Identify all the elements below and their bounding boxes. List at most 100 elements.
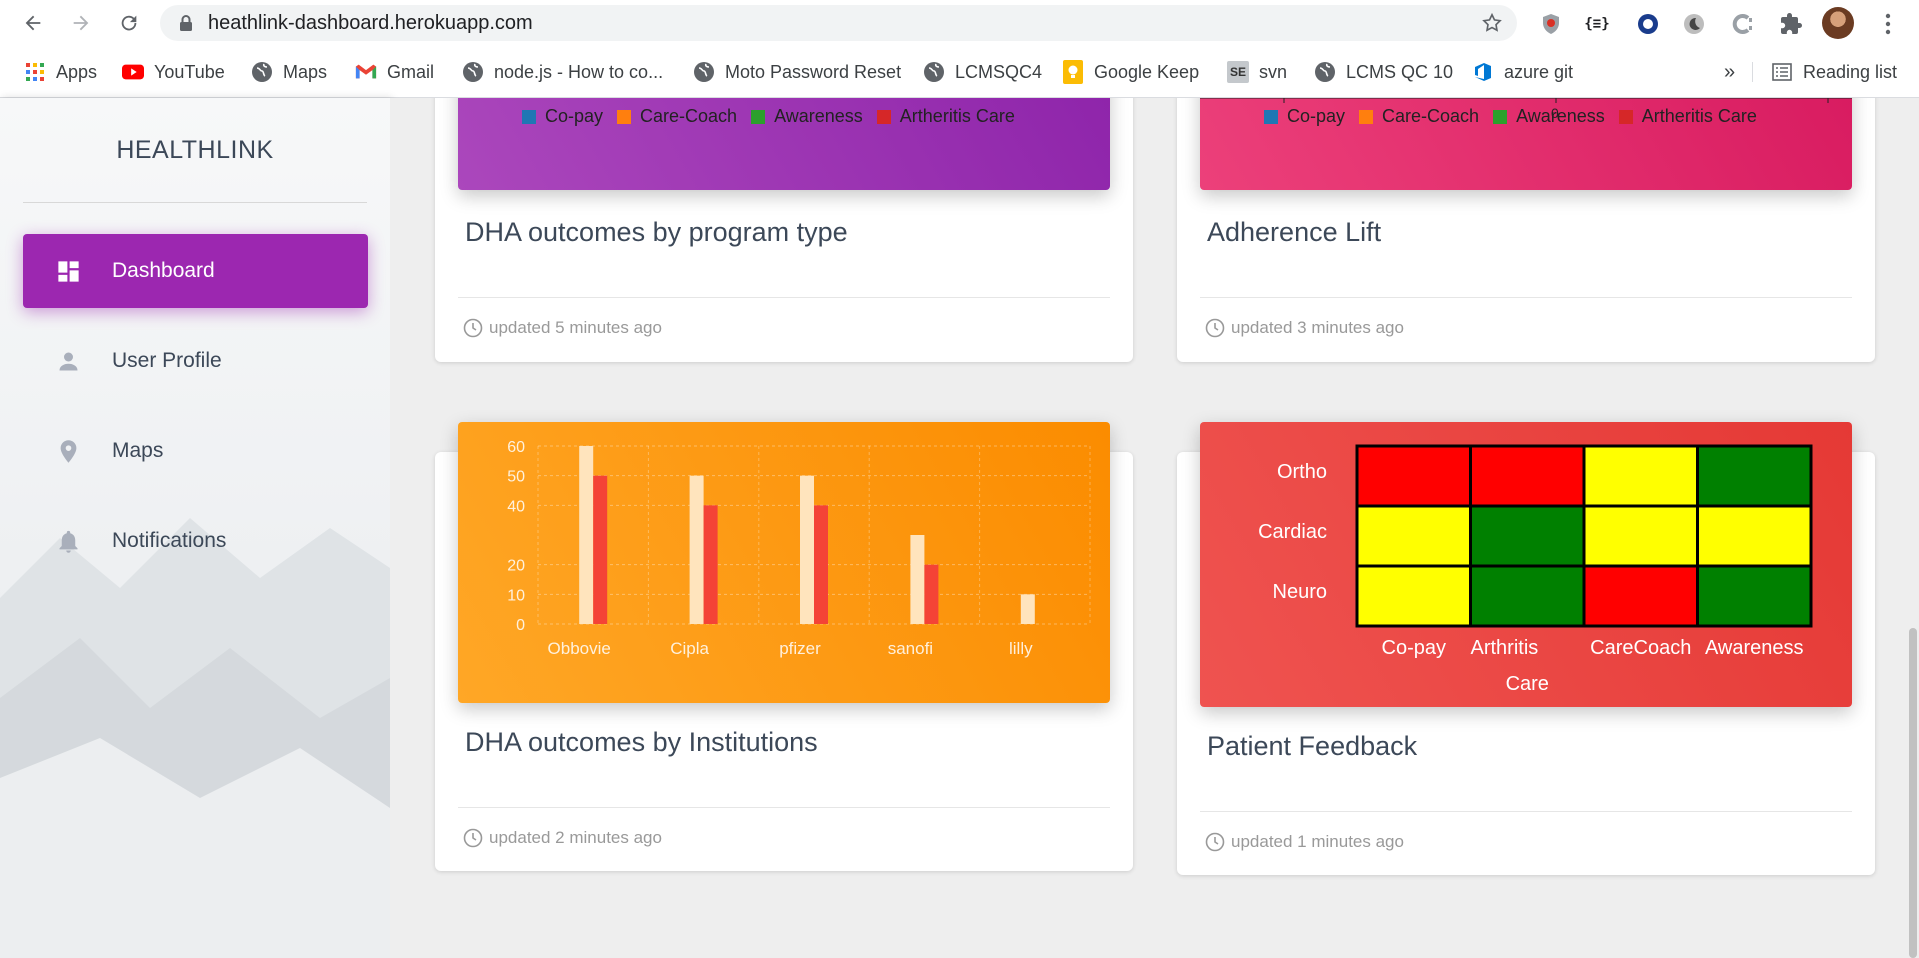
azure-icon bbox=[1472, 61, 1494, 83]
sidebar-item-maps[interactable]: Maps bbox=[23, 414, 368, 488]
x-tick-label: lilly bbox=[1009, 639, 1033, 658]
reading-list-button[interactable]: Reading list bbox=[1771, 58, 1897, 86]
shield-extension-icon[interactable] bbox=[1537, 10, 1565, 38]
legend-label: Co-pay bbox=[545, 106, 604, 126]
card-divider bbox=[458, 807, 1110, 808]
bookmark-star-icon[interactable] bbox=[1481, 12, 1503, 39]
reading-list-icon bbox=[1771, 61, 1793, 83]
reload-button[interactable] bbox=[105, 0, 153, 46]
legend-swatch bbox=[522, 109, 536, 124]
back-button[interactable] bbox=[9, 0, 57, 46]
bookmarks-bar: Apps YouTube Maps Gmail node.js - How to… bbox=[0, 46, 1919, 98]
program-type-legend: Co-pay Care-Coach Awareness Artheritis C… bbox=[522, 106, 1029, 127]
row-label: Ortho bbox=[1277, 461, 1327, 483]
json-extension-icon[interactable]: {≡} bbox=[1583, 10, 1611, 38]
heatmap-cell bbox=[1355, 444, 1472, 508]
column-label: Care bbox=[1506, 673, 1549, 695]
bookmark-moto-password-reset[interactable]: Moto Password Reset bbox=[693, 58, 901, 86]
x-tick-label: Cipla bbox=[670, 639, 709, 658]
card-divider bbox=[458, 297, 1110, 298]
heatmap-cell bbox=[1469, 564, 1586, 628]
patient-feedback-chart: Ortho Cardiac Neuro Co-pay Arthritis Care Care… bbox=[1200, 422, 1852, 707]
sidebar-item-notifications[interactable]: Notifications bbox=[23, 504, 368, 578]
extensions-puzzle-icon[interactable] bbox=[1777, 10, 1805, 38]
legend-label: Awareness bbox=[774, 106, 863, 126]
card-footer: updated 5 minutes ago bbox=[463, 318, 662, 338]
reading-list-label: Reading list bbox=[1803, 61, 1898, 82]
x-tick-label: pfizer bbox=[779, 639, 821, 658]
bookmark-label: node.js - How to co... bbox=[494, 61, 664, 82]
updated-text: updated 2 minutes ago bbox=[489, 828, 662, 847]
bar bbox=[579, 446, 594, 624]
bookmark-nodejs[interactable]: node.js - How to co... bbox=[462, 58, 663, 86]
heatmap-cell bbox=[1696, 444, 1813, 508]
person-icon bbox=[53, 346, 83, 376]
sidebar-item-label: Dashboard bbox=[112, 259, 215, 282]
sidebar: HEALTHLINK Dashboard User Profile Maps N… bbox=[0, 98, 390, 958]
address-bar[interactable]: heathlink-dashboard.herokuapp.com bbox=[160, 5, 1517, 41]
bookmark-label: svn bbox=[1259, 61, 1288, 82]
bookmark-google-keep[interactable]: Google Keep bbox=[1062, 58, 1199, 86]
legend-item: Artheritis Care bbox=[1618, 106, 1757, 127]
globe-icon bbox=[251, 61, 273, 83]
legend-label: Care-Coach bbox=[1382, 106, 1480, 126]
x-tick-label: Obbovie bbox=[548, 639, 611, 658]
sidebar-item-dashboard[interactable]: Dashboard bbox=[23, 234, 368, 308]
bookmark-label: Apps bbox=[56, 61, 98, 82]
card-title: Adherence Lift bbox=[1207, 217, 1382, 247]
bookmark-svn[interactable]: SE svn bbox=[1227, 58, 1287, 86]
brand-logo-text[interactable]: HEALTHLINK bbox=[0, 136, 390, 165]
heatmap-cell bbox=[1469, 444, 1586, 508]
bookmark-gmail[interactable]: Gmail bbox=[355, 58, 434, 86]
forward-button[interactable] bbox=[57, 0, 105, 46]
card-divider bbox=[1200, 811, 1852, 812]
bar bbox=[924, 564, 939, 624]
bookmark-label: Maps bbox=[283, 61, 328, 82]
heatmap-cell bbox=[1582, 564, 1699, 628]
legend-label: Artheritis Care bbox=[899, 106, 1015, 126]
page-scrollbar[interactable] bbox=[1909, 628, 1917, 958]
y-tick-label: 10 bbox=[507, 587, 525, 604]
bookmark-lcms-qc-10[interactable]: LCMS QC 10 bbox=[1314, 58, 1453, 86]
card-footer: updated 2 minutes ago bbox=[463, 828, 662, 848]
program-type-chart: Co-pay Care-Coach Awareness Artheritis C… bbox=[458, 98, 1110, 190]
heatmap-cell bbox=[1582, 504, 1699, 568]
legend-swatch bbox=[1493, 109, 1508, 124]
lock-icon bbox=[178, 14, 194, 32]
bookmark-azure-git[interactable]: azure git bbox=[1472, 58, 1573, 86]
bell-icon bbox=[53, 526, 83, 556]
row-label: Neuro bbox=[1273, 581, 1327, 603]
bookmark-lcmsqc4[interactable]: LCMSQC4 bbox=[923, 58, 1042, 86]
legend-label: Awareness bbox=[1516, 106, 1605, 126]
legend-label: Co-pay bbox=[1287, 106, 1346, 126]
bookmark-maps[interactable]: Maps bbox=[251, 58, 327, 86]
card-title: Patient Feedback bbox=[1207, 731, 1418, 761]
bar bbox=[703, 505, 718, 624]
column-label: Arthritis bbox=[1471, 637, 1539, 659]
row-label: Cardiac bbox=[1258, 521, 1327, 543]
se-icon: SE bbox=[1227, 61, 1249, 83]
adherence-lift-chart: 0 Co-pay Care-Coach Awareness Artheritis… bbox=[1200, 98, 1852, 190]
globe-icon bbox=[1314, 61, 1336, 83]
avatar[interactable] bbox=[1822, 7, 1854, 39]
bookmark-label: LCMSQC4 bbox=[955, 61, 1043, 82]
legend-swatch bbox=[876, 109, 891, 124]
legend-swatch bbox=[617, 109, 632, 124]
dark-mode-extension-icon[interactable] bbox=[1680, 10, 1708, 38]
legend-item: Co-pay bbox=[522, 106, 603, 127]
menu-kebab-icon[interactable] bbox=[1874, 10, 1902, 38]
bookmark-apps[interactable]: Apps bbox=[24, 58, 97, 86]
browser-toolbar: heathlink-dashboard.herokuapp.com {≡} bbox=[0, 0, 1919, 46]
column-label: CareCoach bbox=[1590, 637, 1691, 659]
bookmark-youtube[interactable]: YouTube bbox=[122, 58, 225, 86]
legend-item: Care-Coach bbox=[1359, 106, 1479, 127]
circle-extension-icon[interactable] bbox=[1634, 10, 1662, 38]
sidebar-item-user-profile[interactable]: User Profile bbox=[23, 324, 368, 398]
card-footer: updated 1 minutes ago bbox=[1205, 832, 1404, 852]
sidebar-item-label: User Profile bbox=[112, 349, 222, 372]
bookmarks-overflow-button[interactable]: » bbox=[1724, 58, 1735, 86]
c-extension-icon[interactable] bbox=[1729, 10, 1757, 38]
column-label: Co-pay bbox=[1382, 637, 1446, 659]
updated-text: updated 3 minutes ago bbox=[1231, 318, 1404, 337]
y-tick-label: 40 bbox=[507, 498, 525, 515]
